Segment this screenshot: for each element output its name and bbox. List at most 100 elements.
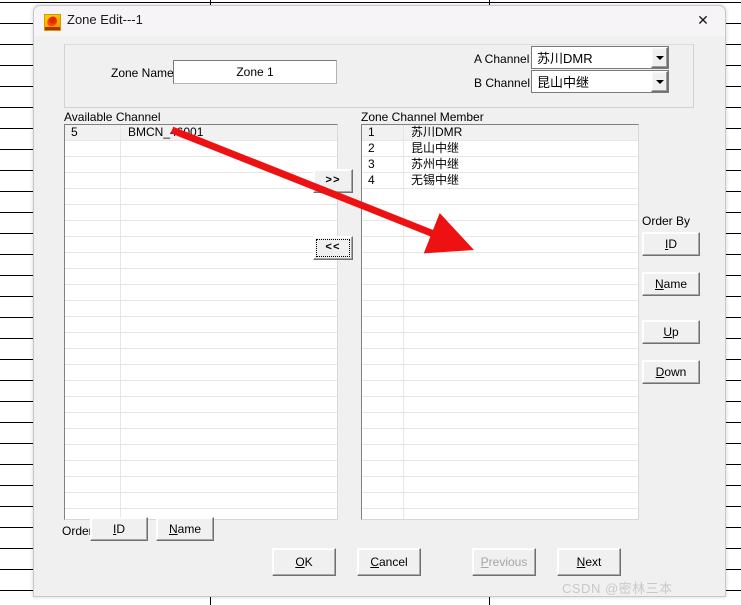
list-item[interactable] — [65, 269, 337, 285]
list-item-id — [362, 365, 404, 380]
list-item[interactable] — [65, 493, 337, 509]
list-item[interactable] — [65, 237, 337, 253]
list-item-id — [362, 381, 404, 396]
list-item[interactable] — [362, 189, 638, 205]
chevron-down-icon[interactable] — [651, 47, 668, 68]
close-icon[interactable]: ✕ — [681, 6, 725, 35]
list-item-id — [65, 477, 121, 492]
list-item[interactable] — [362, 285, 638, 301]
list-item-name: 苏川DMR — [411, 125, 463, 139]
list-item[interactable]: 3 苏州中继 — [362, 157, 638, 173]
list-item[interactable]: 1 苏川DMR — [362, 125, 638, 141]
list-item[interactable] — [65, 157, 337, 173]
list-item[interactable] — [362, 429, 638, 445]
list-item-id — [65, 205, 121, 220]
list-item[interactable] — [362, 413, 638, 429]
list-item-name — [404, 413, 638, 428]
list-item[interactable] — [362, 397, 638, 413]
list-item[interactable] — [65, 141, 337, 157]
list-item[interactable] — [65, 333, 337, 349]
list-item[interactable] — [362, 509, 638, 519]
list-item[interactable] — [65, 365, 337, 381]
list-item[interactable] — [65, 173, 337, 189]
list-item[interactable] — [65, 285, 337, 301]
add-to-zone-button[interactable]: >> — [313, 169, 353, 193]
list-item[interactable] — [65, 397, 337, 413]
button-label-rest: ext — [585, 555, 602, 569]
list-item[interactable] — [65, 461, 337, 477]
list-item[interactable] — [65, 221, 337, 237]
order-by-down-button[interactable]: Down — [642, 360, 700, 384]
list-item-name: BMCN_46001 — [128, 125, 204, 139]
list-item[interactable] — [65, 301, 337, 317]
available-order-by-name-button[interactable]: Name — [156, 517, 214, 541]
list-item[interactable] — [65, 349, 337, 365]
zone-name-input[interactable]: Zone 1 — [173, 60, 337, 84]
list-item[interactable] — [65, 253, 337, 269]
list-item[interactable] — [362, 349, 638, 365]
order-by-id-button[interactable]: ID — [642, 232, 700, 256]
list-item[interactable] — [65, 205, 337, 221]
list-item[interactable] — [362, 445, 638, 461]
button-mnemonic: N — [654, 277, 664, 291]
list-item-name — [121, 509, 337, 519]
list-item[interactable]: 2 昆山中继 — [362, 141, 638, 157]
ok-button[interactable]: OK — [272, 548, 336, 576]
list-item-name — [121, 333, 337, 348]
list-item[interactable] — [362, 317, 638, 333]
list-item[interactable] — [362, 461, 638, 477]
list-item[interactable] — [362, 477, 638, 493]
list-item[interactable] — [65, 381, 337, 397]
list-item[interactable] — [362, 205, 638, 221]
list-item[interactable] — [65, 317, 337, 333]
list-item[interactable] — [362, 493, 638, 509]
list-item[interactable] — [362, 237, 638, 253]
zone-channel-member-list[interactable]: 1 苏川DMR 2 昆山中继 3 苏州中继 4 无锡中继 — [361, 124, 639, 520]
list-item[interactable] — [362, 221, 638, 237]
zone-name-label: Zone Name — [111, 66, 174, 80]
list-item[interactable] — [65, 429, 337, 445]
list-item-name — [121, 461, 337, 476]
list-item-name — [404, 445, 638, 460]
list-item[interactable] — [65, 477, 337, 493]
b-channel-label: B Channel — [474, 76, 531, 90]
order-by-up-button[interactable]: Up — [642, 320, 700, 344]
list-item-id — [65, 269, 121, 284]
list-item-name — [404, 285, 638, 300]
list-item-id: 3 — [362, 157, 404, 172]
available-channel-label: Available Channel — [64, 110, 161, 124]
cancel-button[interactable]: Cancel — [357, 548, 421, 576]
list-item[interactable] — [362, 365, 638, 381]
next-button[interactable]: Next — [557, 548, 621, 576]
list-item[interactable] — [65, 445, 337, 461]
list-item-id — [362, 285, 404, 300]
list-item[interactable]: 4 无锡中继 — [362, 173, 638, 189]
list-item-name: 昆山中继 — [411, 141, 460, 155]
list-item-name — [121, 349, 337, 364]
list-item-name — [404, 381, 638, 396]
list-item-id — [362, 237, 404, 252]
list-item[interactable] — [65, 413, 337, 429]
order-by-name-button[interactable]: Name — [642, 272, 700, 296]
list-item[interactable] — [362, 301, 638, 317]
list-item[interactable] — [362, 269, 638, 285]
remove-from-zone-button[interactable]: << — [313, 236, 353, 260]
list-item-id — [65, 461, 121, 476]
available-order-by-id-button[interactable]: ID — [90, 517, 148, 541]
list-item-name: 无锡中继 — [411, 173, 460, 187]
remove-from-zone-label: << — [325, 242, 341, 254]
a-channel-select[interactable]: 苏川DMR — [531, 46, 669, 69]
list-item[interactable] — [362, 333, 638, 349]
list-item-name — [404, 253, 638, 268]
list-item-id — [65, 285, 121, 300]
list-item[interactable] — [65, 189, 337, 205]
available-channel-list[interactable]: 5 BMCN_46001 — [64, 124, 338, 520]
list-item[interactable] — [362, 381, 638, 397]
chevron-down-icon[interactable] — [651, 71, 668, 92]
button-label-rest: revious — [488, 555, 528, 569]
list-item[interactable] — [362, 253, 638, 269]
list-item[interactable]: 5 BMCN_46001 — [65, 125, 337, 141]
b-channel-select[interactable]: 昆山中继 — [531, 70, 669, 93]
list-item-id — [362, 493, 404, 508]
button-label-rest: ancel — [378, 555, 408, 569]
